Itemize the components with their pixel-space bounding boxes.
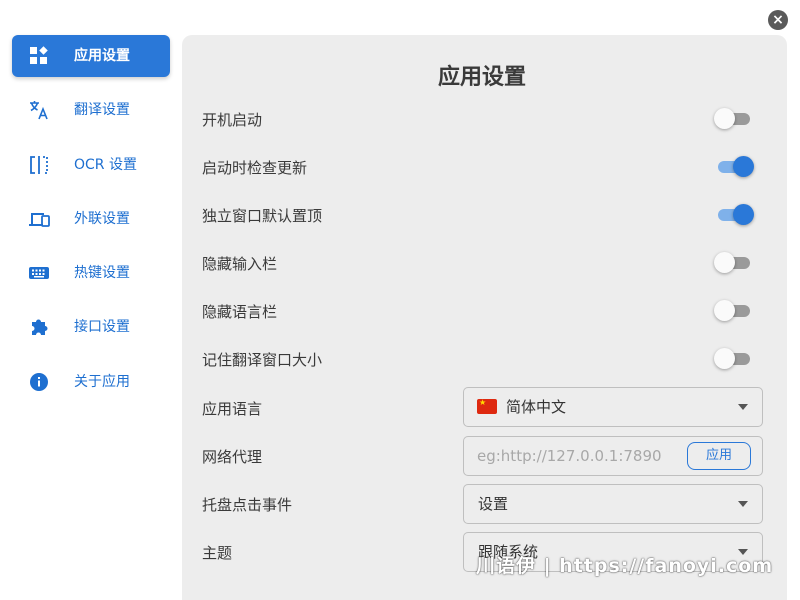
sidebar-item-external-settings[interactable]: 外联设置 — [12, 198, 170, 240]
sidebar-item-about[interactable]: 关于应用 — [12, 361, 170, 403]
app-language-value: 简体中文 — [506, 398, 567, 416]
hide-input-toggle[interactable] — [714, 250, 754, 274]
settings-panel: 应用设置 开机启动 启动时检查更新 独立窗口默认置顶 隐藏输入栏 隐藏语言栏 记… — [182, 35, 787, 600]
devices-icon — [28, 209, 50, 229]
always-on-top-toggle[interactable] — [714, 202, 754, 226]
extension-icon — [28, 317, 50, 337]
setting-label-app-language: 应用语言 — [202, 400, 263, 418]
setting-label-remember-size: 记住翻译窗口大小 — [202, 351, 323, 369]
tray-click-value: 设置 — [478, 495, 509, 513]
sidebar-item-label: 接口设置 — [74, 319, 130, 335]
sidebar-item-ocr-settings[interactable]: OCR 设置 — [12, 144, 170, 186]
sidebar-item-hotkey-settings[interactable]: 热键设置 — [12, 252, 170, 294]
setting-label-hide-language: 隐藏语言栏 — [202, 303, 278, 321]
proxy-input[interactable]: eg:http://127.0.0.1:7890 — [477, 437, 662, 475]
setting-label-hide-input: 隐藏输入栏 — [202, 255, 278, 273]
setting-label-autostart: 开机启动 — [202, 111, 263, 129]
hide-language-toggle[interactable] — [714, 298, 754, 322]
sidebar-item-label: OCR 设置 — [74, 157, 137, 173]
apply-proxy-button[interactable]: 应用 — [687, 442, 751, 470]
tray-click-select[interactable]: 设置 — [463, 484, 763, 524]
sidebar-item-label: 外联设置 — [74, 211, 130, 227]
info-icon — [28, 372, 50, 392]
app-language-select[interactable]: ★ 简体中文 — [463, 387, 763, 427]
sidebar-item-label: 关于应用 — [74, 374, 130, 390]
page-title: 应用设置 — [437, 65, 526, 90]
setting-label-proxy: 网络代理 — [202, 448, 263, 466]
remember-size-toggle[interactable] — [714, 346, 754, 370]
sidebar-item-app-settings[interactable]: 应用设置 — [12, 35, 170, 77]
widgets-icon — [28, 46, 50, 66]
sidebar-item-label: 翻译设置 — [74, 102, 130, 118]
china-flag-icon: ★ — [477, 399, 497, 414]
setting-label-always-on-top: 独立窗口默认置顶 — [202, 207, 323, 225]
chevron-down-icon — [738, 404, 748, 410]
keyboard-icon — [28, 263, 50, 283]
sidebar-item-translate-settings[interactable]: 翻译设置 — [12, 89, 170, 131]
sidebar: 应用设置 翻译设置 OCR 设置 外联设置 热键设置 接口设置 关于应用 — [0, 0, 182, 600]
setting-label-theme: 主题 — [202, 544, 233, 562]
sidebar-item-label: 热键设置 — [74, 265, 130, 281]
chevron-down-icon — [738, 501, 748, 507]
translate-icon — [28, 100, 50, 120]
autostart-toggle[interactable] — [714, 106, 754, 130]
sidebar-item-api-settings[interactable]: 接口设置 — [12, 306, 170, 348]
setting-label-tray-click: 托盘点击事件 — [202, 496, 293, 514]
sidebar-item-label: 应用设置 — [74, 48, 130, 64]
check-update-toggle[interactable] — [714, 154, 754, 178]
setting-label-check-update: 启动时检查更新 — [202, 159, 308, 177]
ocr-icon — [28, 155, 50, 175]
close-icon[interactable]: × — [768, 10, 788, 30]
watermark: 川语伊 | https://fanoyi.com — [476, 555, 774, 577]
proxy-field: eg:http://127.0.0.1:7890 应用 — [463, 436, 763, 476]
